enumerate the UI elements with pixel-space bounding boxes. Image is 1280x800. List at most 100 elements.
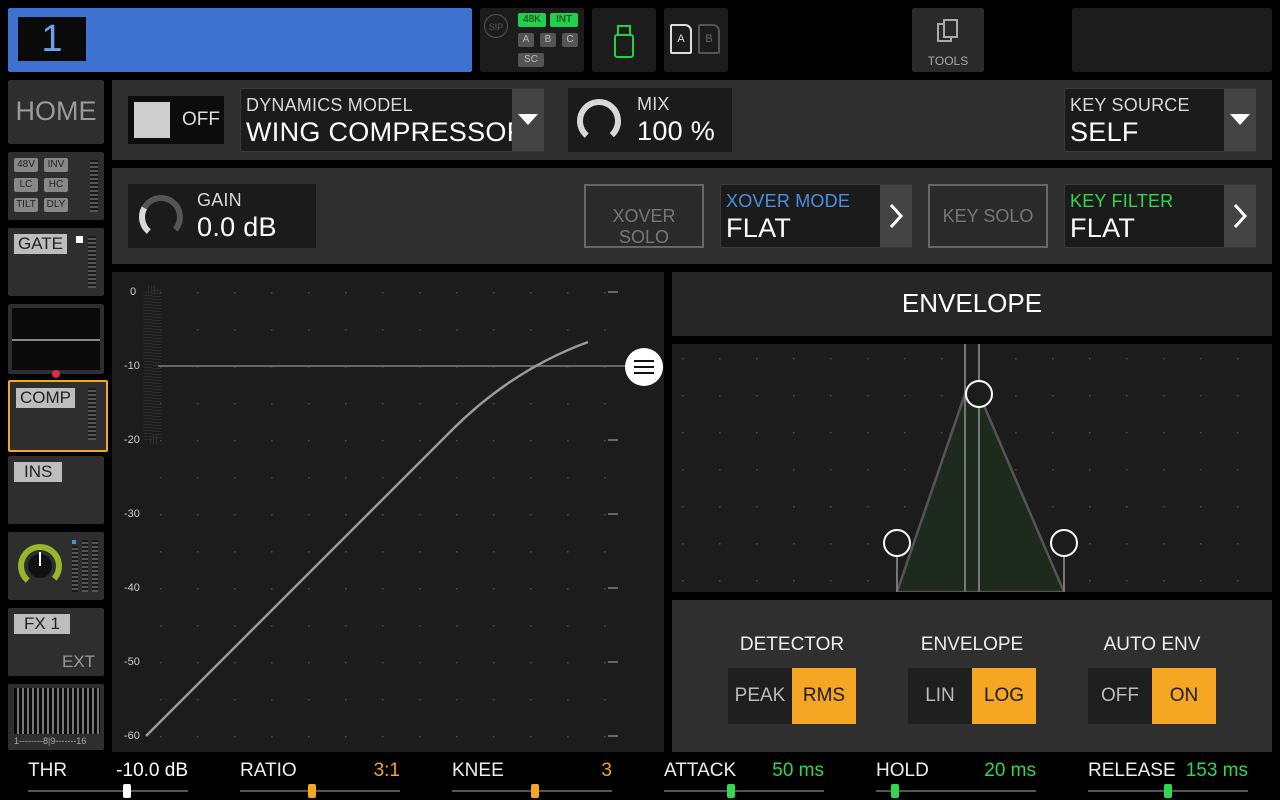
eq-strip[interactable] — [8, 304, 104, 378]
ext-label: EXT — [62, 652, 96, 671]
bus-meter-scale: 1--------8|9-------16 — [14, 736, 87, 746]
pan-meter-r — [92, 540, 98, 592]
insert-strip[interactable]: INS — [8, 456, 104, 524]
key-source-select[interactable]: KEY SOURCE SELF — [1064, 88, 1256, 152]
attack-param-value: 50 ms — [772, 760, 824, 781]
envelope-log-button[interactable]: LOG — [972, 668, 1036, 724]
input-meter — [90, 160, 98, 212]
key-solo-button[interactable]: KEY SOLO — [928, 184, 1048, 248]
usb-button[interactable] — [592, 8, 656, 72]
channel-number: 1 — [18, 17, 86, 61]
chevron-down-icon — [1230, 114, 1250, 125]
dynamics-model-title: DYNAMICS MODEL — [246, 95, 413, 115]
hold-param-value: 20 ms — [984, 760, 1036, 781]
sd-cards-button[interactable]: A B — [664, 8, 728, 72]
sip-indicator: SIP — [484, 14, 508, 38]
detector-rms-button[interactable]: RMS — [792, 668, 856, 724]
y-label-60: -60 — [124, 730, 140, 742]
envelope-mode-title: ENVELOPE — [920, 634, 1024, 655]
gain-knob-icon — [139, 195, 183, 239]
envelope-lin-button[interactable]: LIN — [908, 668, 972, 724]
ins-label: INS — [14, 462, 63, 482]
thr-slider-thumb[interactable] — [123, 784, 132, 798]
detector-peak-button[interactable]: PEAK — [728, 668, 792, 724]
attack-slider-track[interactable] — [664, 790, 824, 792]
eq-preview — [12, 308, 100, 370]
ratio-slider-thumb[interactable] — [308, 784, 316, 798]
dynamics-model-select[interactable]: DYNAMICS MODEL WING COMPRESSOR — [240, 88, 544, 152]
gain-value: 0.0 dB — [197, 212, 277, 242]
key-filter-select[interactable]: KEY FILTER FLAT — [1064, 184, 1256, 248]
mix-control[interactable]: MIX 100 % — [568, 88, 732, 152]
mix-value: 100 % — [637, 116, 716, 146]
card-a-label: A — [677, 33, 685, 45]
menu-icon — [634, 360, 654, 374]
gate-strip[interactable]: GATE — [8, 228, 104, 296]
inv-tag: INV — [44, 158, 68, 172]
attack-handle[interactable] — [883, 529, 911, 557]
key-source-value: SELF — [1070, 117, 1139, 147]
auto-env-off-button[interactable]: OFF — [1088, 668, 1152, 724]
model-dropdown-area[interactable] — [512, 89, 544, 151]
hold-slider-thumb[interactable] — [891, 784, 900, 798]
envelope-header: ENVELOPE — [672, 272, 1272, 336]
tools-button[interactable]: TOOLS — [912, 8, 984, 72]
bus-meters — [14, 688, 100, 734]
key-filter-value: FLAT — [1070, 213, 1136, 243]
int-badge: INT — [550, 13, 578, 27]
xover-mode-title: XOVER MODE — [726, 191, 851, 211]
bus-meter-strip[interactable]: 1--------8|9-------16 — [8, 684, 104, 750]
key-filter-title: KEY FILTER — [1070, 191, 1174, 211]
gain-control[interactable]: GAIN 0.0 dB — [128, 184, 316, 248]
chevron-right-icon — [1233, 203, 1248, 229]
ratio-slider-track[interactable] — [240, 790, 400, 792]
mix-knob-icon — [577, 99, 621, 143]
hc-tag: HC — [44, 178, 68, 192]
channel-name-bar[interactable]: 1 — [8, 8, 472, 72]
card-b-label: B — [705, 33, 713, 45]
release-handle[interactable] — [1050, 529, 1078, 557]
auto-env-title: AUTO ENV — [1103, 634, 1201, 655]
pan-knob-icon — [18, 544, 62, 588]
knee-slider-thumb[interactable] — [531, 784, 540, 798]
thr-param-name: THR — [28, 760, 68, 781]
rate-badge: 48K — [518, 13, 546, 27]
home-label: HOME — [15, 96, 97, 126]
xover-mode-next[interactable] — [880, 185, 912, 247]
y-label-20: -20 — [124, 434, 140, 446]
knee-param-value: 3 — [601, 760, 612, 781]
hold-handle[interactable] — [965, 380, 993, 408]
key-source-title: KEY SOURCE — [1070, 95, 1190, 115]
key-source-dropdown-area[interactable] — [1224, 89, 1256, 151]
graph-grid — [158, 290, 618, 740]
comp-enable-toggle[interactable]: OFF — [128, 96, 224, 144]
xover-mode-select[interactable]: XOVER MODE FLAT — [720, 184, 912, 248]
transfer-curve-graph[interactable]: 0 -10 -20 -30 -40 -50 -60 — [112, 272, 664, 752]
home-button[interactable]: HOME — [8, 80, 104, 144]
fx-strip[interactable]: FX 1 EXT — [8, 608, 104, 676]
thr-slider-track[interactable] — [28, 790, 188, 792]
pan-meter-m — [82, 540, 88, 592]
key-filter-next[interactable] — [1224, 185, 1256, 247]
envelope-graph[interactable] — [672, 344, 1272, 592]
release-param-value: 153 ms — [1185, 760, 1248, 781]
comp-label: COMP — [16, 388, 75, 408]
threshold-handle[interactable] — [625, 348, 663, 386]
card-a-icon: A — [670, 24, 692, 54]
pan-strip[interactable] — [8, 532, 104, 600]
io-status-panel[interactable]: SIP 48K INT A B C SC — [480, 8, 584, 72]
release-slider-thumb[interactable] — [1164, 784, 1172, 798]
y-label-50: -50 — [124, 656, 140, 668]
pan-meter-l — [72, 546, 78, 592]
input-options-strip[interactable]: 48V INV LC HC TILT DLY — [8, 152, 104, 220]
auto-env-on-button[interactable]: ON — [1152, 668, 1216, 724]
phantom-tag: 48V — [14, 158, 38, 172]
sc-badge: SC — [518, 53, 544, 67]
detector-title: DETECTOR — [739, 634, 845, 655]
comp-strip[interactable]: COMP — [8, 380, 108, 452]
chevron-right-icon — [889, 203, 904, 229]
hold-slider-track[interactable] — [876, 790, 1036, 792]
top-right-panel[interactable] — [1072, 8, 1272, 72]
xover-solo-button[interactable]: XOVER SOLO — [584, 184, 704, 248]
attack-slider-thumb[interactable] — [727, 784, 736, 798]
